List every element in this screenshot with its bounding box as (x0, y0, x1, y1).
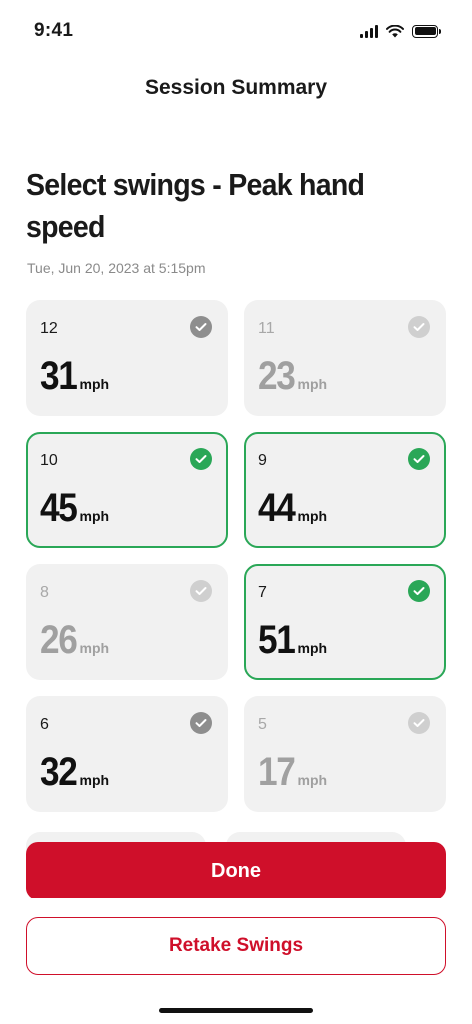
swing-number: 7 (258, 584, 267, 601)
swing-number: 10 (40, 452, 58, 469)
battery-icon (412, 24, 441, 38)
swing-number: 8 (40, 584, 49, 601)
speed-unit: mph (297, 508, 328, 524)
speed-unit: mph (79, 508, 110, 524)
swing-card[interactable]: 12 31 mph (26, 300, 228, 416)
status-bar: 9:41 (0, 0, 472, 60)
speed-value: 51 (258, 618, 296, 662)
swing-number: 11 (258, 320, 275, 337)
page-heading: Select swings - Peak hand speed (26, 167, 365, 244)
nav-title: Session Summary (144, 76, 328, 99)
speed-readout: 45 mph (40, 486, 109, 531)
swing-card[interactable]: 7 51 mph (244, 564, 446, 680)
check-circle-icon[interactable] (408, 580, 430, 602)
swing-number: 6 (40, 716, 49, 733)
speed-readout: 51 mph (258, 618, 327, 663)
speed-value: 26 (40, 618, 78, 662)
speed-value: 17 (258, 750, 296, 794)
speed-unit: mph (79, 376, 110, 392)
cellular-signal-icon (360, 24, 378, 38)
speed-unit: mph (79, 772, 110, 788)
swing-number: 12 (40, 320, 58, 337)
swing-number: 9 (258, 452, 267, 469)
speed-unit: mph (297, 376, 328, 392)
swing-card[interactable]: 6 32 mph (26, 696, 228, 812)
check-circle-icon[interactable] (190, 580, 212, 602)
swing-card[interactable]: 5 17 mph (244, 696, 446, 812)
speed-readout: 26 mph (40, 618, 109, 663)
check-circle-icon[interactable] (408, 316, 430, 338)
speed-readout: 23 mph (258, 354, 327, 399)
session-date: Tue, Jun 20, 2023 at 5:15pm (27, 260, 206, 276)
check-circle-icon[interactable] (190, 448, 212, 470)
speed-value: 32 (40, 750, 78, 794)
speed-value: 44 (258, 486, 296, 530)
speed-readout: 31 mph (40, 354, 109, 399)
swing-card[interactable]: 11 23 mph (244, 300, 446, 416)
speed-readout: 32 mph (40, 750, 109, 795)
wifi-icon (386, 24, 404, 38)
swing-card[interactable]: 10 45 mph (26, 432, 228, 548)
check-circle-icon[interactable] (190, 712, 212, 734)
swing-number: 5 (258, 716, 267, 733)
speed-unit: mph (297, 640, 328, 656)
swing-card[interactable]: 8 26 mph (26, 564, 228, 680)
status-icons (360, 24, 441, 38)
check-circle-icon[interactable] (190, 316, 212, 338)
speed-readout: 44 mph (258, 486, 327, 531)
speed-value: 45 (40, 486, 78, 530)
home-indicator (159, 1008, 313, 1013)
check-circle-icon[interactable] (408, 712, 430, 734)
speed-value: 23 (258, 354, 296, 398)
retake-swings-button[interactable]: Retake Swings (26, 917, 446, 975)
done-button[interactable]: Done (26, 842, 446, 900)
speed-readout: 17 mph (258, 750, 327, 795)
check-circle-icon[interactable] (408, 448, 430, 470)
swing-card[interactable]: 9 44 mph (244, 432, 446, 548)
speed-unit: mph (79, 640, 110, 656)
status-time: 9:41 (34, 20, 74, 41)
session-summary-screen: 9:41 Session Summary Select swings - Pea… (0, 0, 472, 1024)
speed-unit: mph (297, 772, 328, 788)
speed-value: 31 (40, 354, 78, 398)
